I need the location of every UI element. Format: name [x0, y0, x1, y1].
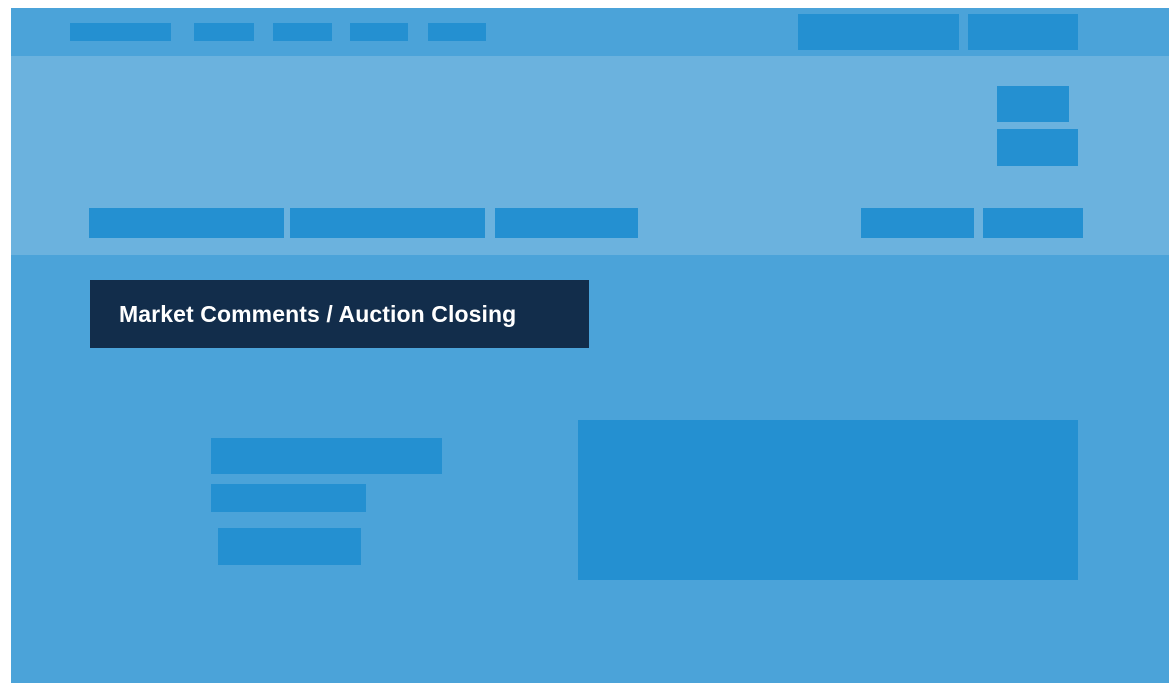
hero-side-placeholder-2[interactable]: [997, 129, 1078, 166]
content-button-placeholder[interactable]: [218, 528, 361, 565]
section-label-text: Market Comments / Auction Closing: [119, 300, 517, 327]
content-line-placeholder-2: [211, 484, 366, 512]
nav-logo-placeholder[interactable]: [70, 23, 171, 41]
wireframe-page: Market Comments / Auction Closing: [11, 8, 1169, 683]
hero-band: [11, 56, 1169, 255]
hero-tab-placeholder-5[interactable]: [983, 208, 1083, 238]
content-image-placeholder: [578, 420, 1078, 580]
nav-action-placeholder-2[interactable]: [968, 14, 1078, 50]
section-label-market-comments: Market Comments / Auction Closing: [90, 280, 589, 348]
hero-side-placeholder-1[interactable]: [997, 86, 1069, 122]
nav-link-placeholder-4[interactable]: [428, 23, 486, 41]
top-nav-bar: [11, 8, 1169, 56]
hero-tab-placeholder-4[interactable]: [861, 208, 974, 238]
hero-tab-placeholder-2[interactable]: [290, 208, 485, 238]
hero-tab-placeholder-1[interactable]: [89, 208, 284, 238]
hero-tab-placeholder-3[interactable]: [495, 208, 638, 238]
nav-link-placeholder-2[interactable]: [273, 23, 332, 41]
content-line-placeholder-1: [211, 438, 442, 474]
nav-link-placeholder-1[interactable]: [194, 23, 254, 41]
nav-link-placeholder-3[interactable]: [350, 23, 408, 41]
nav-action-placeholder-1[interactable]: [798, 14, 959, 50]
